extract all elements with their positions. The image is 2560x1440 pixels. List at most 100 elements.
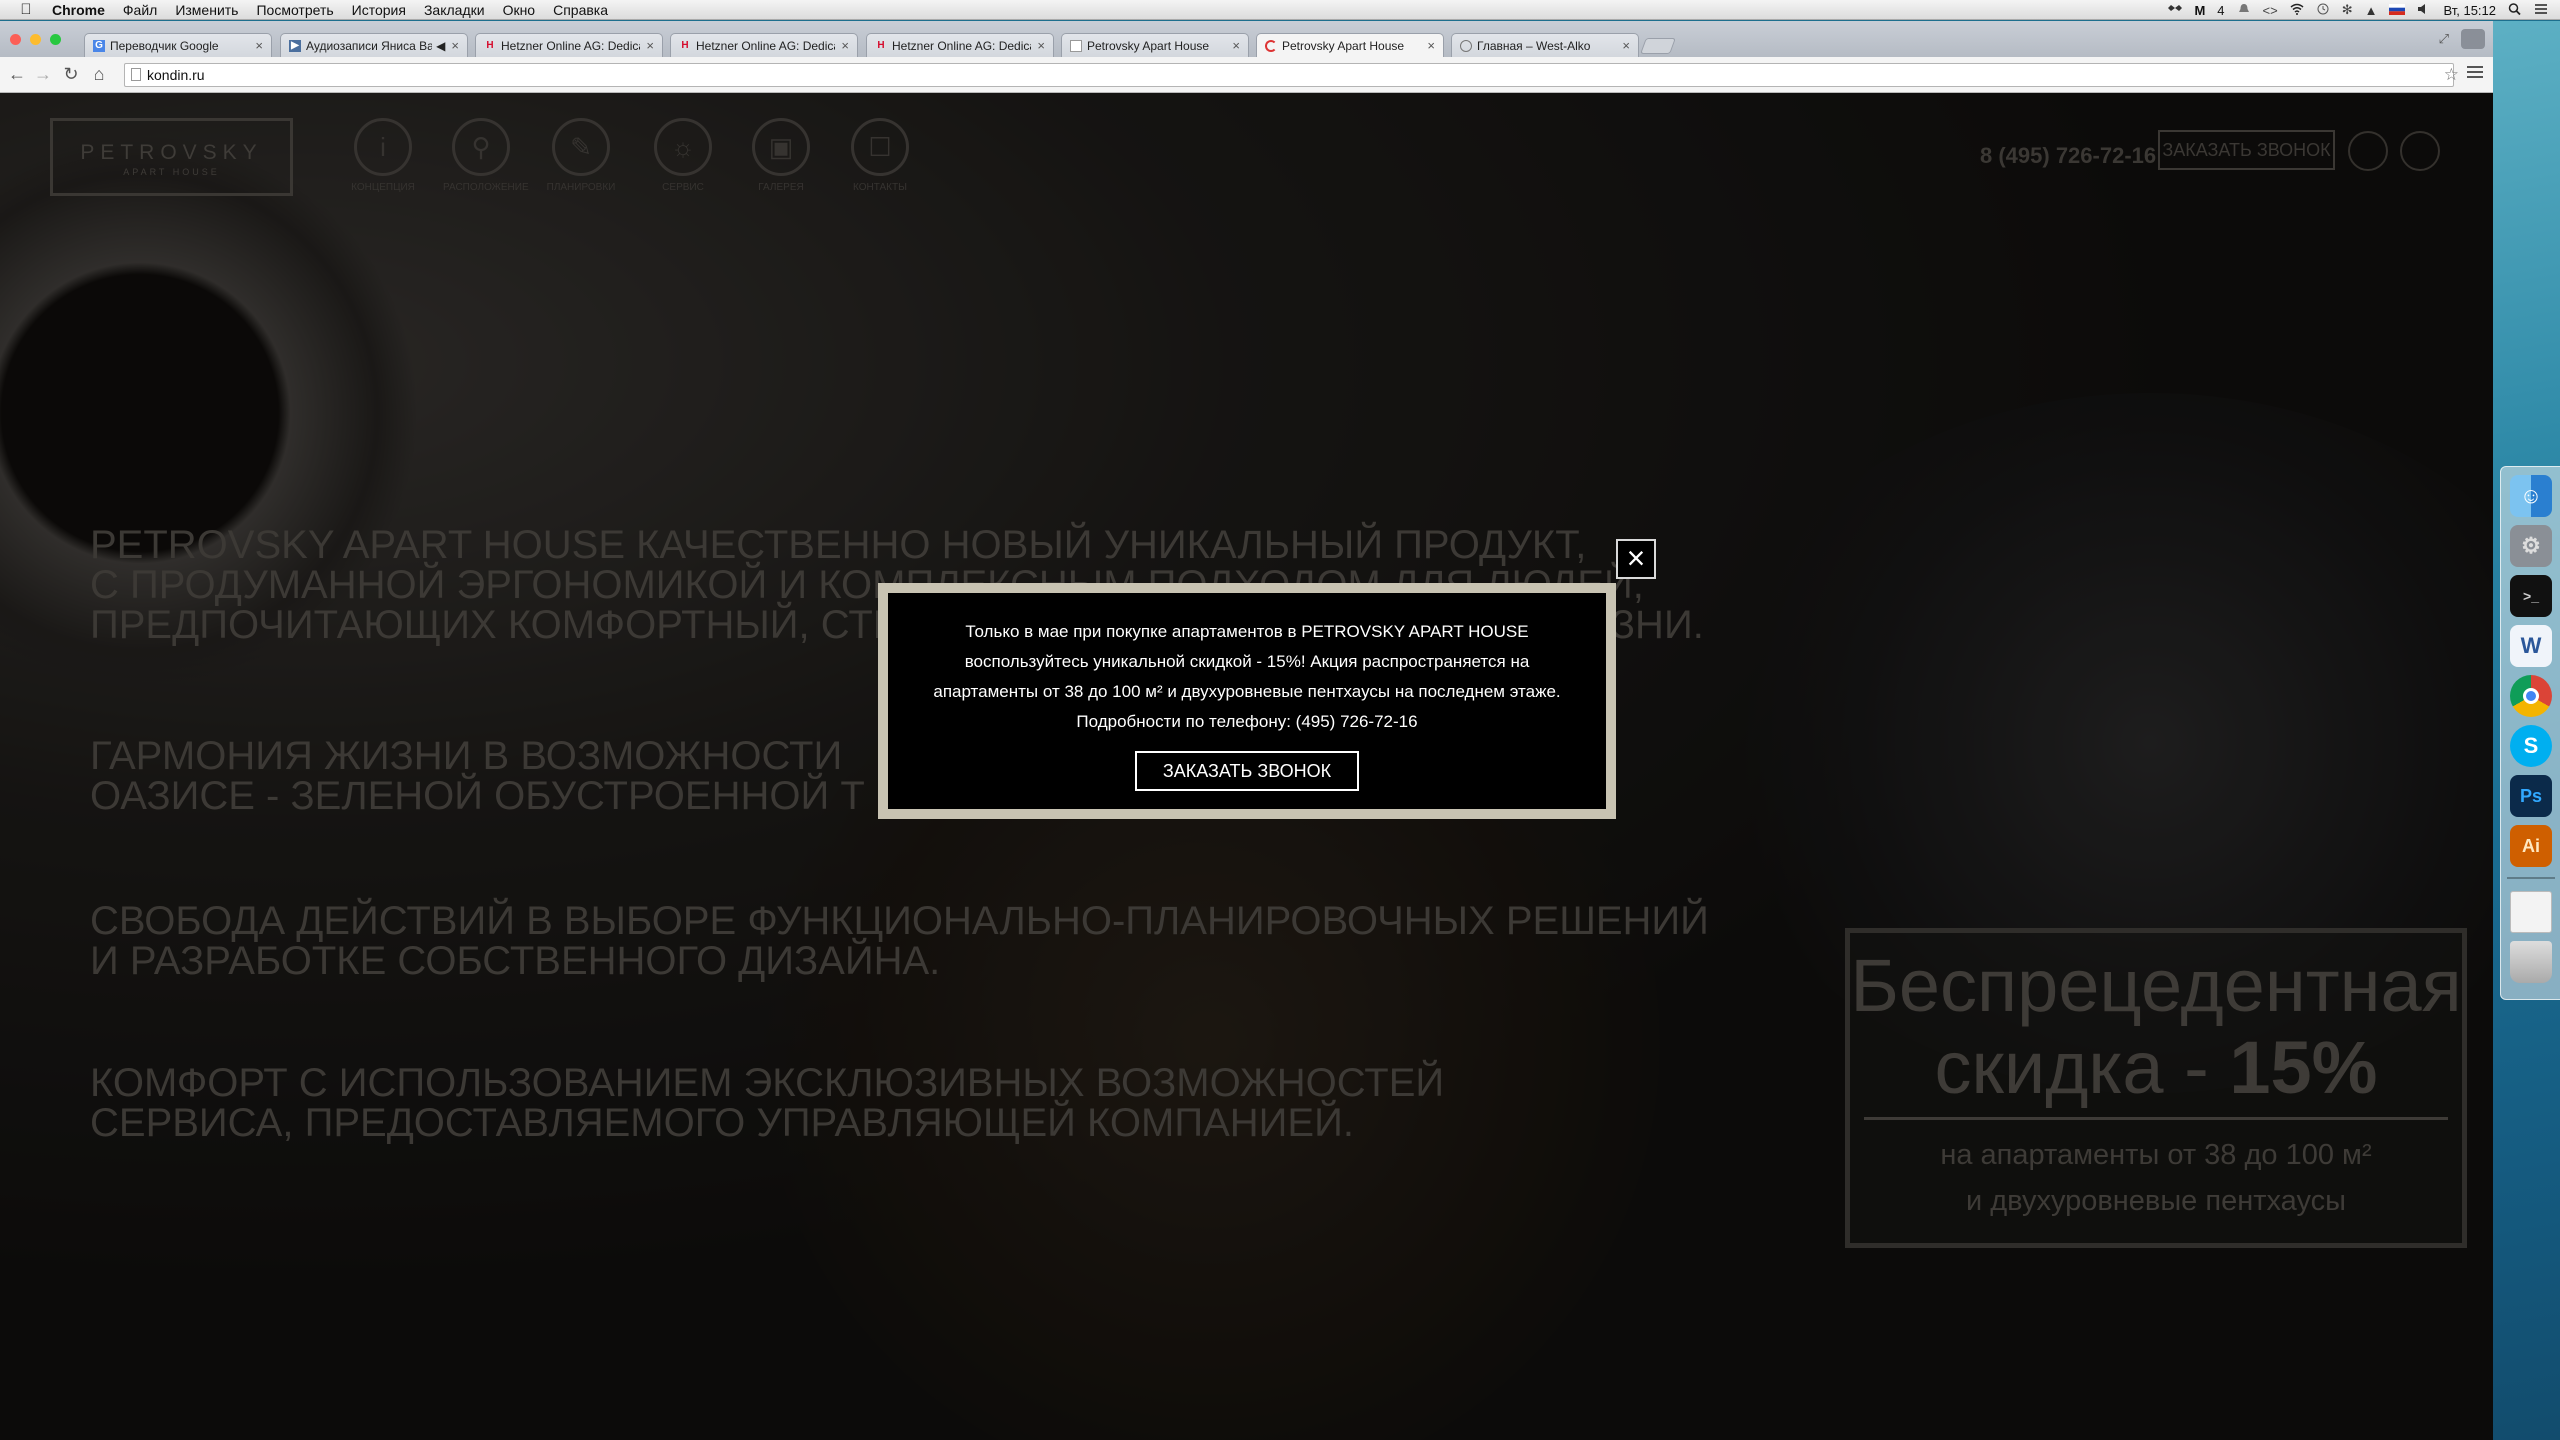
wifi-icon[interactable] — [2290, 3, 2304, 18]
tab-petrovsky-active[interactable]: Petrovsky Apart House × — [1256, 33, 1444, 57]
address-bar[interactable]: kondin.ru — [124, 63, 2454, 87]
tab-audio[interactable]: ▶ Аудиозаписи Яниса Ва ◀ × — [280, 33, 468, 57]
tab-close-icon[interactable]: × — [451, 38, 459, 53]
finder-icon[interactable]: ☺ — [2510, 475, 2552, 517]
apple-menu-icon[interactable]:  — [16, 1, 36, 18]
tab-close-icon[interactable]: × — [1232, 38, 1240, 53]
nav-item-plans[interactable]: ✎ ПЛАНИРОВКИ — [543, 118, 619, 193]
site-logo[interactable]: PETROVSKY APART HOUSE — [50, 118, 293, 196]
code-icon[interactable]: <> — [2263, 3, 2278, 18]
nav-item-contacts[interactable]: ☐ КОНТАКТЫ — [842, 118, 918, 193]
back-arrow-icon[interactable]: ← — [6, 63, 28, 85]
forward-arrow-icon[interactable]: → — [32, 63, 54, 85]
play-favicon-icon: ▶ — [289, 39, 301, 52]
banner-headline: Беспрецедентная — [1850, 944, 2462, 1027]
slogan-3: СВОБОДА ДЕЙСТВИЙ В ВЫБОРЕ ФУНКЦИОНАЛЬНО-… — [90, 899, 1709, 983]
nav-item-concept[interactable]: i КОНЦЕПЦИЯ — [345, 118, 421, 193]
skype-icon[interactable]: S — [2510, 725, 2552, 767]
photoshop-icon[interactable]: Ps — [2510, 775, 2552, 817]
nav-item-location[interactable]: ⚲ РАСПОЛОЖЕНИЕ — [443, 118, 529, 193]
slogan-4: КОМФОРТ С ИСПОЛЬЗОВАНИЕМ ЭКСКЛЮЗИВНЫХ ВО… — [90, 1061, 1445, 1145]
window-close-button[interactable] — [10, 34, 21, 45]
modal-close-button[interactable]: × — [1616, 539, 1656, 579]
lightbulb-icon: ☼ — [654, 118, 712, 176]
modal-text-line: воспользуйтесь уникальной скидкой - 15%!… — [964, 652, 1530, 671]
new-tab-button[interactable] — [1640, 38, 1676, 54]
user-icon[interactable] — [2348, 131, 2388, 171]
browser-toolbar: ← → ↻ ⌂ kondin.ru ☆ — [0, 57, 2493, 93]
banner-discount: скидка - 15% — [1934, 1026, 2378, 1109]
banner-discount-value: 15% — [2229, 1026, 2378, 1109]
hetzner-favicon-icon: H — [486, 40, 494, 51]
reload-icon[interactable]: ↻ — [60, 63, 82, 85]
page-icon — [131, 68, 141, 81]
chrome-menu-icon[interactable] — [2467, 66, 2483, 80]
volume-icon[interactable] — [2417, 3, 2431, 18]
menu-help[interactable]: Справка — [553, 2, 608, 18]
profile-avatar-icon[interactable] — [2461, 29, 2485, 49]
spotlight-search-icon[interactable] — [2508, 2, 2522, 18]
input-language-flag-icon[interactable] — [2389, 3, 2406, 18]
trash-icon[interactable] — [2510, 941, 2552, 983]
menu-window[interactable]: Окно — [503, 2, 536, 18]
window-minimize-button[interactable] — [30, 34, 41, 45]
tab-petrovsky-1[interactable]: Petrovsky Apart House × — [1061, 33, 1249, 57]
notification-count: 4 — [2217, 2, 2225, 18]
menu-history[interactable]: История — [352, 2, 406, 18]
illustrator-icon[interactable]: Ai — [2510, 825, 2552, 867]
header-call-button[interactable]: ЗАКАЗАТЬ ЗВОНОК — [2158, 130, 2335, 170]
modal-text-line: Только в мае при покупке апартаментов в … — [965, 622, 1529, 641]
menu-edit[interactable]: Изменить — [175, 2, 238, 18]
word-icon[interactable]: W — [2510, 625, 2552, 667]
nav-item-gallery[interactable]: ▣ ГАЛЕРЕЯ — [743, 118, 819, 193]
menu-file[interactable]: Файл — [123, 2, 157, 18]
fullscreen-icon[interactable]: ⤢ — [2439, 31, 2449, 47]
mail-icon[interactable] — [2400, 131, 2440, 171]
eject-icon[interactable]: ▲ — [2365, 3, 2378, 18]
modal-call-button[interactable]: ЗАКАЗАТЬ ЗВОНОК — [1135, 751, 1359, 791]
tab-close-icon[interactable]: × — [1427, 38, 1435, 53]
bluetooth-icon[interactable]: ✻ — [2342, 2, 2353, 18]
banner-detail-2: и двухуровневые пентхаусы — [1966, 1185, 2346, 1217]
tab-hetzner-1[interactable]: H Hetzner Online AG: Dedica × — [475, 33, 663, 57]
tab-google-translate[interactable]: G Переводчик Google × — [84, 33, 272, 57]
documents-icon[interactable] — [2510, 891, 2552, 933]
gallery-icon: ▣ — [752, 118, 810, 176]
window-zoom-button[interactable] — [50, 34, 61, 45]
notification-center-icon[interactable] — [2534, 3, 2548, 18]
dropbox-status-icon[interactable] — [2168, 3, 2183, 18]
bookmark-star-icon[interactable]: ☆ — [2444, 65, 2459, 85]
discount-banner[interactable]: Беспрецедентная скидка - 15% на апартаме… — [1845, 928, 2467, 1248]
contacts-icon: ☐ — [851, 118, 909, 176]
tab-hetzner-2[interactable]: H Hetzner Online AG: Dedica × — [670, 33, 858, 57]
slogan-2: ГАРМОНИЯ ЖИЗНИ В ВОЗМОЖНОСТИ ОАЗИСЕ - ЗЕ… — [90, 734, 865, 818]
hetzner-favicon-icon: H — [877, 40, 885, 51]
tab-close-icon[interactable]: × — [1037, 38, 1045, 53]
chrome-icon[interactable] — [2510, 675, 2552, 717]
home-icon[interactable]: ⌂ — [88, 63, 110, 85]
menu-app-chrome[interactable]: Chrome — [52, 2, 105, 18]
status-area: M 4 <> ✻ ▲ Вт, 15:12 — [2168, 0, 2548, 20]
blank-page-favicon-icon — [1070, 39, 1082, 52]
terminal-icon[interactable]: >_ — [2510, 575, 2552, 617]
nav-item-service[interactable]: ☼ СЕРВИС — [645, 118, 721, 193]
hetzner-favicon-icon: H — [681, 40, 689, 51]
bell-icon[interactable] — [2237, 3, 2251, 18]
tab-close-icon[interactable]: × — [1622, 38, 1630, 53]
menu-bookmarks[interactable]: Закладки — [424, 2, 485, 18]
clock[interactable]: Вт, 15:12 — [2443, 3, 2496, 18]
tab-close-icon[interactable]: × — [841, 38, 849, 53]
tab-close-icon[interactable]: × — [646, 38, 654, 53]
menu-view[interactable]: Посмотреть — [256, 2, 333, 18]
tab-close-icon[interactable]: × — [255, 38, 263, 53]
dock-separator — [2507, 877, 2555, 879]
header-phone[interactable]: 8 (495) 726-72-16 — [1980, 143, 2156, 169]
time-machine-icon[interactable] — [2316, 3, 2330, 18]
location-icon: ⚲ — [452, 118, 510, 176]
tab-west-alko[interactable]: Главная – West-Alko × — [1451, 33, 1639, 57]
notification-count-icon[interactable]: M — [2194, 3, 2205, 18]
dock: ☺ ⚙ >_ W S Ps Ai — [2500, 466, 2560, 1000]
system-preferences-icon[interactable]: ⚙ — [2510, 525, 2552, 567]
promo-modal-body: Только в мае при покупке апартаментов в … — [888, 593, 1606, 809]
tab-hetzner-3[interactable]: H Hetzner Online AG: Dedica × — [866, 33, 1054, 57]
